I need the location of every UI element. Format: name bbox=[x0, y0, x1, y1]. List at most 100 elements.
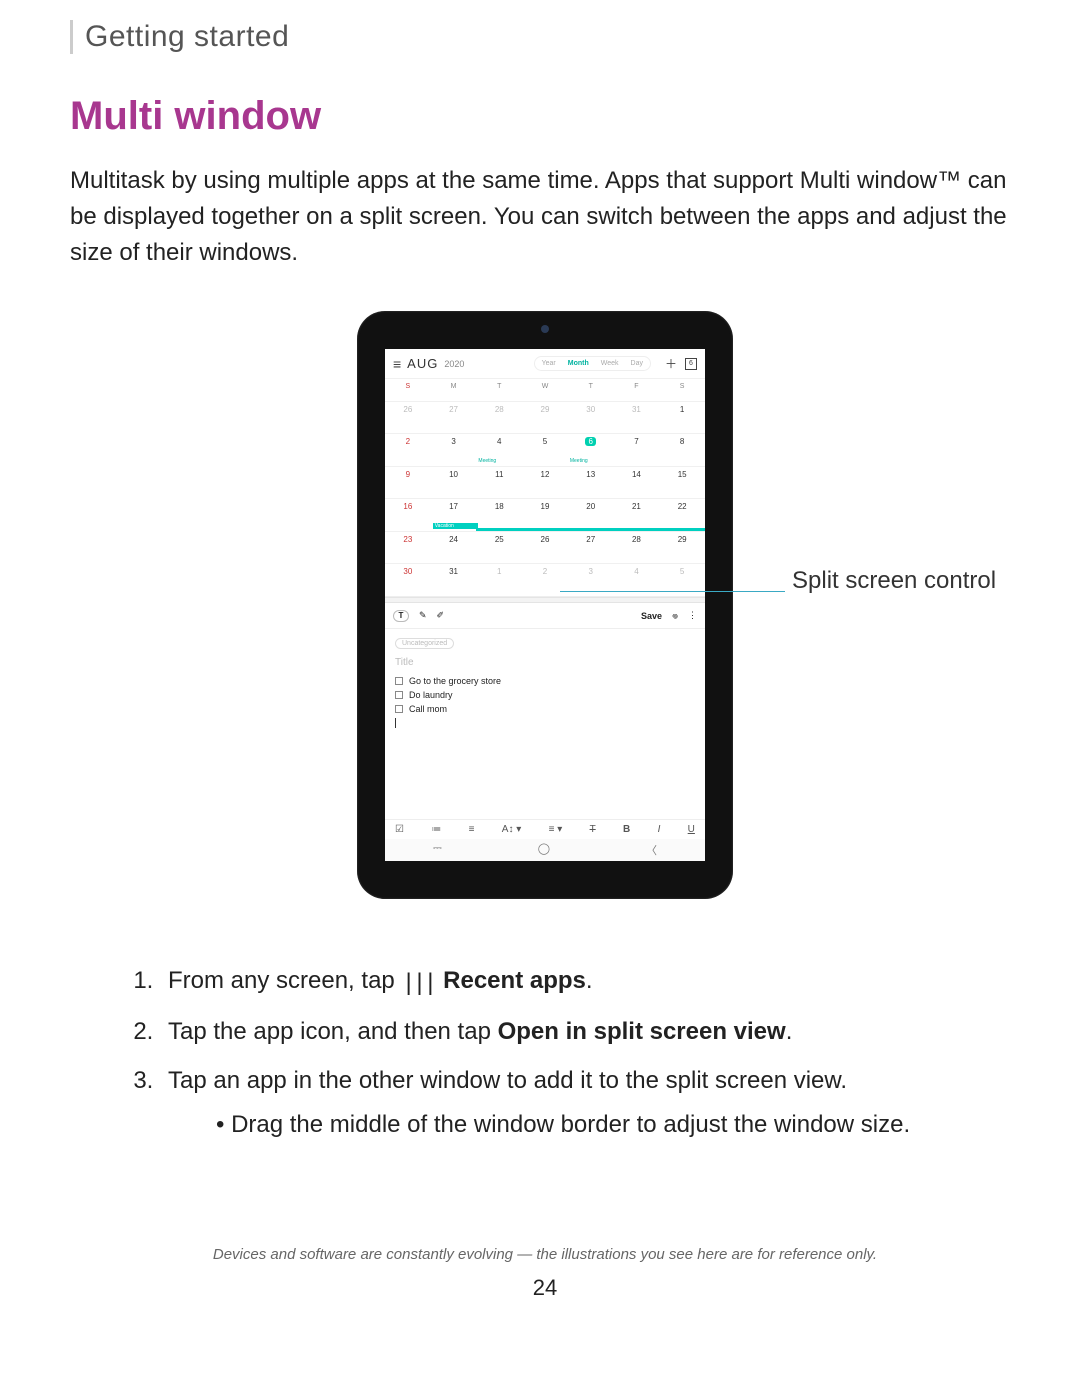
notes-body[interactable]: Uncategorized Title Go to the grocery st… bbox=[385, 629, 705, 819]
checkbox-icon[interactable] bbox=[395, 677, 403, 685]
tab-week[interactable]: Week bbox=[596, 358, 624, 369]
calendar-header: ≡ AUG 2020 Year Month Week Day ＋ 6 bbox=[385, 349, 705, 378]
format-tool[interactable]: ≡ ▾ bbox=[549, 824, 563, 835]
todo-label: Go to the grocery store bbox=[409, 676, 501, 686]
calendar-cell[interactable]: 1 bbox=[659, 401, 705, 434]
calendar-cell[interactable]: 23 bbox=[385, 531, 431, 564]
calendar-cell[interactable]: 16 bbox=[385, 498, 431, 531]
home-nav-icon[interactable]: ◯ bbox=[538, 842, 550, 858]
format-tool[interactable]: A↕ ▾ bbox=[502, 824, 521, 835]
calendar-cell[interactable]: 18 bbox=[476, 498, 522, 531]
calendar-cell[interactable]: 26 bbox=[385, 401, 431, 434]
calendar-cell[interactable]: 31 bbox=[614, 401, 660, 434]
add-icon[interactable]: ＋ bbox=[665, 355, 677, 372]
calendar-cell[interactable]: 6Meeting bbox=[568, 433, 614, 466]
calendar-cell[interactable]: 2 bbox=[385, 433, 431, 466]
attach-icon[interactable]: 𖦹 bbox=[672, 609, 678, 622]
hamburger-icon[interactable]: ≡ bbox=[393, 356, 401, 372]
notes-format-toolbar[interactable]: ☑ ≔ ≡ A↕ ▾ ≡ ▾ T B I U bbox=[385, 819, 705, 839]
tab-month[interactable]: Month bbox=[563, 358, 594, 369]
view-tabs[interactable]: Year Month Week Day bbox=[534, 356, 651, 371]
text-mode-icon[interactable]: T bbox=[393, 610, 409, 622]
calendar-cell[interactable]: 26 bbox=[522, 531, 568, 564]
day-head: T bbox=[568, 378, 614, 401]
device-illustration-row: ≡ AUG 2020 Year Month Week Day ＋ 6 SMTWT… bbox=[70, 311, 1020, 899]
calendar-cell[interactable]: 12 bbox=[522, 466, 568, 499]
today-icon[interactable]: 6 bbox=[685, 358, 697, 370]
calendar-cell[interactable]: 13 bbox=[568, 466, 614, 499]
calendar-cell[interactable]: 29 bbox=[659, 531, 705, 564]
tab-year[interactable]: Year bbox=[537, 358, 561, 369]
format-tool[interactable]: B bbox=[623, 824, 630, 835]
pen-icon[interactable]: ✎ bbox=[419, 610, 427, 621]
calendar-cell[interactable]: 1 bbox=[476, 563, 522, 596]
notes-app: T ✎ ✐ Save 𖦹 ⋮ Uncategorized Title Go to… bbox=[385, 603, 705, 861]
callout-line bbox=[560, 591, 785, 592]
tablet-frame: ≡ AUG 2020 Year Month Week Day ＋ 6 SMTWT… bbox=[357, 311, 733, 899]
calendar-cell[interactable]: 11 bbox=[476, 466, 522, 499]
day-head: F bbox=[614, 378, 660, 401]
calendar-cell[interactable]: 28 bbox=[476, 401, 522, 434]
format-tool[interactable]: ☑ bbox=[395, 824, 404, 835]
save-button[interactable]: Save bbox=[641, 611, 662, 621]
checkbox-icon[interactable] bbox=[395, 705, 403, 713]
calendar-cell[interactable]: 29 bbox=[522, 401, 568, 434]
calendar-cell[interactable]: 24 bbox=[431, 531, 477, 564]
camera-dot bbox=[541, 325, 549, 333]
calendar-cell[interactable]: 20 bbox=[568, 498, 614, 531]
calendar-cell[interactable]: 10 bbox=[431, 466, 477, 499]
intro-paragraph: Multitask by using multiple apps at the … bbox=[70, 163, 1020, 271]
calendar-cell[interactable]: 7 bbox=[614, 433, 660, 466]
calendar-month: AUG bbox=[407, 356, 438, 371]
recent-apps-icon: | | | bbox=[401, 961, 436, 1004]
page-title: Multi window bbox=[70, 94, 1020, 139]
day-head: W bbox=[522, 378, 568, 401]
tablet-screen: ≡ AUG 2020 Year Month Week Day ＋ 6 SMTWT… bbox=[385, 349, 705, 861]
calendar-cell[interactable]: 15 bbox=[659, 466, 705, 499]
format-tool[interactable]: I bbox=[658, 824, 661, 835]
calendar-cell[interactable]: 8 bbox=[659, 433, 705, 466]
calendar-cell[interactable]: 25 bbox=[476, 531, 522, 564]
tab-day[interactable]: Day bbox=[626, 358, 648, 369]
format-tool[interactable]: T bbox=[590, 824, 596, 835]
calendar-cell[interactable]: 19 bbox=[522, 498, 568, 531]
more-icon[interactable]: ⋮ bbox=[688, 610, 697, 621]
calendar-grid: SMTWTFS2627282930311234Meeting56Meeting7… bbox=[385, 378, 705, 596]
format-tool[interactable]: U bbox=[688, 824, 695, 835]
format-tool[interactable]: ≡ bbox=[469, 824, 475, 835]
todo-label: Call mom bbox=[409, 704, 447, 714]
calendar-cell[interactable]: 14 bbox=[614, 466, 660, 499]
todo-item[interactable]: Do laundry bbox=[395, 690, 695, 700]
step-3: Tap an app in the other window to add it… bbox=[160, 1059, 1020, 1145]
calendar-cell[interactable]: 17Vacation bbox=[431, 498, 477, 531]
checkbox-icon[interactable] bbox=[395, 691, 403, 699]
system-navbar[interactable]: ⎓ ◯ 〈 bbox=[385, 839, 705, 861]
calendar-cell[interactable]: 3 bbox=[431, 433, 477, 466]
calendar-cell[interactable]: 28 bbox=[614, 531, 660, 564]
calendar-cell[interactable]: 5 bbox=[522, 433, 568, 466]
category-chip[interactable]: Uncategorized bbox=[395, 638, 454, 649]
format-tool[interactable]: ≔ bbox=[431, 824, 441, 835]
todo-item[interactable]: Call mom bbox=[395, 704, 695, 714]
calendar-cell[interactable]: 30 bbox=[568, 401, 614, 434]
split-screen-callout: Split screen control bbox=[792, 565, 996, 596]
highlighter-icon[interactable]: ✐ bbox=[437, 610, 445, 621]
day-head: T bbox=[476, 378, 522, 401]
calendar-cell[interactable]: 30 bbox=[385, 563, 431, 596]
todo-item[interactable]: Go to the grocery store bbox=[395, 676, 695, 686]
calendar-cell[interactable]: 4Meeting bbox=[476, 433, 522, 466]
disclaimer: Devices and software are constantly evol… bbox=[70, 1246, 1020, 1263]
calendar-cell[interactable]: 27 bbox=[431, 401, 477, 434]
note-title-placeholder[interactable]: Title bbox=[395, 657, 695, 668]
calendar-cell[interactable]: 9 bbox=[385, 466, 431, 499]
text-cursor bbox=[395, 718, 396, 728]
recents-nav-icon[interactable]: ⎓ bbox=[433, 842, 442, 858]
calendar-cell[interactable]: 21 bbox=[614, 498, 660, 531]
day-head: S bbox=[385, 378, 431, 401]
day-head: M bbox=[431, 378, 477, 401]
split-divider[interactable] bbox=[385, 597, 705, 603]
back-nav-icon[interactable]: 〈 bbox=[646, 842, 657, 858]
calendar-cell[interactable]: 27 bbox=[568, 531, 614, 564]
calendar-cell[interactable]: 31 bbox=[431, 563, 477, 596]
calendar-cell[interactable]: 22 bbox=[659, 498, 705, 531]
